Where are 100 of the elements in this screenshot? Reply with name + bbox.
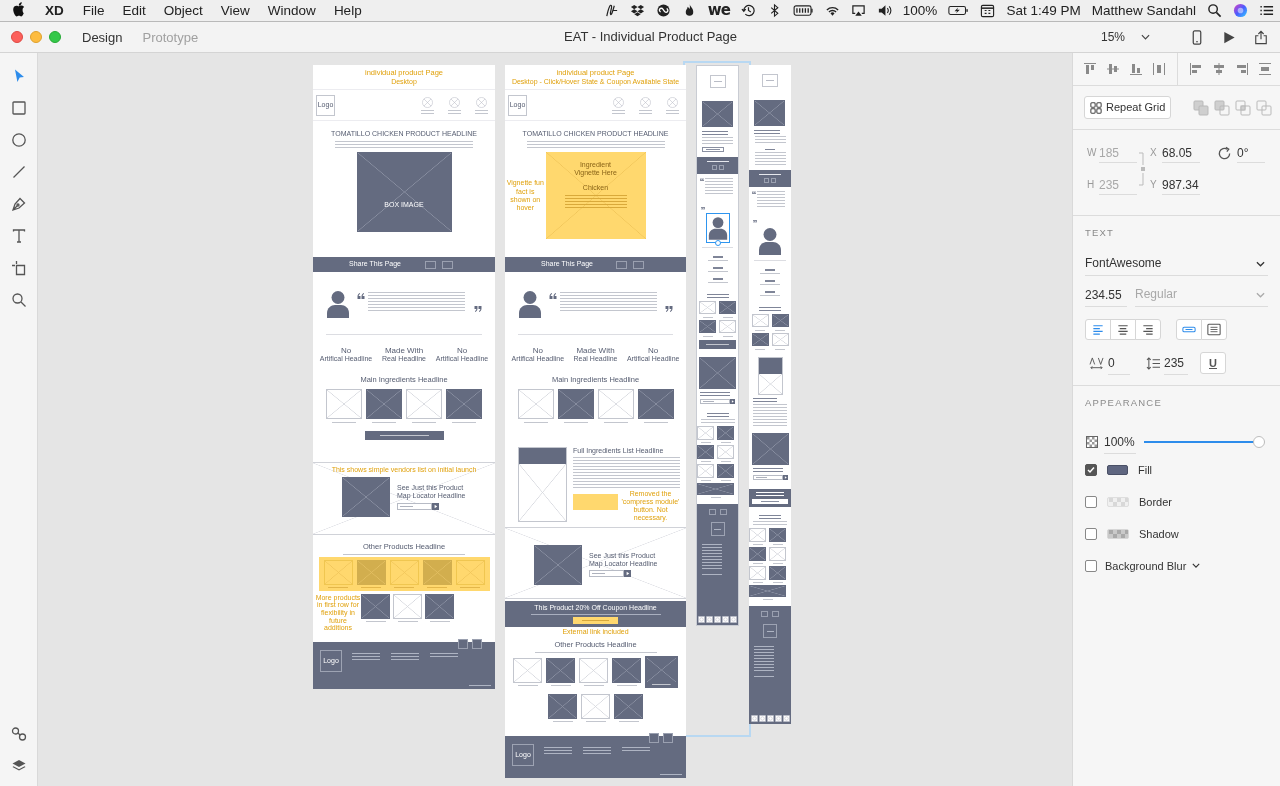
arrow-button-icon[interactable] (624, 570, 631, 578)
number-field[interactable]: 68.05 (1162, 143, 1200, 163)
zoom-dropdown[interactable]: 15% (1096, 28, 1154, 46)
calendar-icon[interactable] (980, 3, 996, 18)
play-icon[interactable] (1222, 29, 1236, 45)
chevron-down-icon[interactable] (1192, 563, 1201, 569)
opacity-field[interactable]: 100% (1104, 430, 1136, 454)
rotation-field[interactable]: 0° (1237, 143, 1265, 163)
menu-item[interactable]: Help (333, 2, 362, 19)
arrow-button-icon[interactable] (432, 502, 439, 510)
align-right-icon[interactable] (1235, 62, 1249, 76)
close-button[interactable] (11, 31, 23, 43)
align-center-icon[interactable] (1212, 62, 1226, 76)
clock-arrow-icon[interactable] (740, 3, 756, 18)
text-align-button[interactable] (1110, 318, 1136, 340)
battery-icon[interactable] (948, 3, 970, 18)
siri-orb-icon[interactable] (1233, 3, 1248, 18)
close-quote-icon (701, 207, 705, 210)
zip-code-field[interactable] (700, 399, 730, 404)
align-middle-icon[interactable] (1106, 62, 1120, 76)
text-lines-drawing (712, 256, 723, 258)
menu-item[interactable]: Edit (122, 2, 146, 19)
fullscreen-button[interactable] (49, 31, 61, 43)
text-tool-icon[interactable] (10, 228, 27, 244)
pen-icon[interactable] (10, 196, 27, 212)
arrow-button-icon[interactable] (730, 399, 735, 404)
zoom-icon[interactable] (10, 292, 27, 308)
share-icon[interactable] (1254, 29, 1268, 45)
underline-button[interactable]: U (1200, 352, 1226, 375)
menu-item[interactable]: File (82, 2, 105, 19)
align-top-icon[interactable] (1083, 62, 1097, 76)
option-label: Fill (1138, 463, 1153, 477)
checkbox[interactable] (1085, 527, 1097, 540)
resize-handle[interactable] (714, 240, 721, 246)
open-quote-icon (700, 178, 704, 181)
arrow-button-icon[interactable] (782, 475, 788, 480)
repeat-grid-button[interactable]: Repeat Grid (1084, 96, 1171, 119)
linked-circles-icon[interactable] (10, 726, 27, 742)
text-align-right-icon (1141, 322, 1155, 336)
open-quote-icon (549, 293, 557, 299)
claim-title: Made With (576, 346, 615, 356)
distribute-horizontal-icon[interactable] (1258, 62, 1272, 76)
airplay-icon[interactable] (850, 3, 866, 18)
window-title: EAT - Individual Product Page (563, 29, 738, 45)
transparent-swatch-icon[interactable] (1107, 496, 1129, 507)
claim-title: No (648, 346, 659, 356)
text-lines-drawing (469, 685, 491, 686)
checkbox[interactable] (1085, 559, 1097, 572)
list-icon[interactable] (1259, 3, 1274, 18)
color-swatch[interactable] (1107, 464, 1128, 475)
line-spacing-field[interactable]: 235 (1164, 351, 1188, 375)
text-align-button[interactable] (1085, 318, 1111, 340)
slider-thumb[interactable] (1253, 436, 1265, 449)
close-quote-icon (665, 306, 673, 312)
distribute-vertical-icon[interactable] (1152, 62, 1166, 76)
text-lines-drawing (772, 563, 783, 564)
zip-code-field[interactable] (752, 475, 783, 480)
menu-clock[interactable]: Sat 1:49 PM (1006, 2, 1081, 19)
mode-tab[interactable]: Design (76, 27, 129, 47)
diamond-boxes-icon[interactable] (629, 3, 645, 18)
text-lines-drawing (752, 563, 763, 564)
bar-meter-icon[interactable] (792, 3, 814, 18)
apple-logo-icon[interactable] (12, 2, 25, 17)
text-lines-drawing (720, 480, 731, 481)
number-field[interactable]: 987.34 (1162, 175, 1200, 195)
character-spacing-field[interactable]: 0 (1108, 351, 1130, 375)
checkbox[interactable] (1085, 495, 1097, 508)
app-menu[interactable]: XD (45, 2, 64, 19)
claim-title: No (456, 346, 468, 356)
checkbox[interactable] (1085, 463, 1097, 476)
text-lines-drawing (702, 131, 728, 135)
text-lines-drawing (583, 684, 604, 686)
ellipse-icon[interactable] (10, 132, 27, 148)
menu-item[interactable]: Window (267, 2, 316, 19)
text-lines-drawing (700, 480, 711, 481)
font-size-field[interactable]: 234.55 (1085, 283, 1127, 307)
zip-code-field[interactable] (589, 570, 624, 578)
speaker-icon[interactable] (876, 3, 892, 18)
text-align-button[interactable] (1135, 318, 1161, 340)
rectangle-icon[interactable] (10, 100, 27, 116)
zip-code-field[interactable] (397, 502, 432, 510)
field-label: H (1087, 179, 1096, 191)
transparent-swatch-icon[interactable] (1107, 528, 1129, 539)
scribble-icon[interactable] (603, 3, 619, 18)
font-dropdown[interactable]: FontAwesome (1085, 252, 1268, 276)
align-bottom-icon[interactable] (1129, 62, 1143, 76)
artboard-icon[interactable] (10, 260, 27, 276)
menu-item[interactable]: View (220, 2, 250, 19)
text-sizing-button[interactable] (1201, 318, 1227, 340)
status-logo[interactable]: we (707, 1, 730, 20)
menu-item[interactable]: Object (163, 2, 203, 19)
user-name[interactable]: Matthew Sandahl (1091, 2, 1196, 19)
align-left-icon[interactable] (1189, 62, 1203, 76)
wave-circle-icon[interactable] (655, 3, 671, 18)
chevron-down-icon (1141, 34, 1150, 40)
text-sizing-button[interactable] (1176, 318, 1202, 340)
text-lines-drawing (752, 468, 783, 472)
phone-icon[interactable] (1190, 29, 1204, 45)
search-icon[interactable] (1207, 3, 1222, 18)
social-button-placeholder (633, 260, 644, 269)
